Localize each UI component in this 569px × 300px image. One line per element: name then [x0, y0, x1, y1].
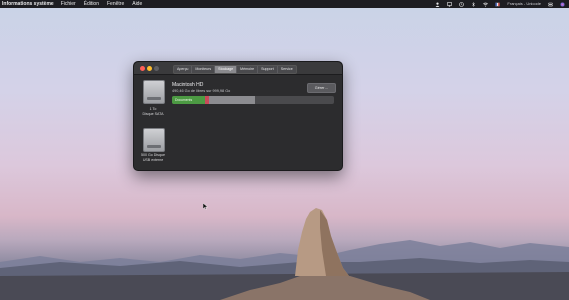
menu-aide[interactable]: Aide [132, 0, 142, 8]
system-usage-segment[interactable] [209, 96, 255, 104]
internal-disk-type: Disque SATA [142, 112, 164, 116]
input-source-label[interactable]: Français - Unicode [507, 0, 541, 8]
minimize-button[interactable] [147, 66, 152, 71]
user-icon[interactable] [435, 2, 440, 7]
zoom-button[interactable] [154, 66, 159, 71]
menu-app-name[interactable]: Informations système [2, 0, 54, 8]
internal-disk-label: 1 To Disque SATA [135, 107, 171, 117]
documents-segment[interactable]: Documents [172, 96, 206, 104]
storage-usage-bar: Documents [172, 96, 334, 104]
menu-fenetre[interactable]: Fenêtre [107, 0, 124, 8]
mouse-cursor-icon [203, 203, 208, 210]
wifi-icon[interactable] [483, 2, 489, 7]
tab-stockage[interactable]: Stockage [215, 66, 238, 73]
tab-memoire[interactable]: Mémoire [237, 66, 259, 73]
volume-free-space: 490,46 Go de libres sur 999,98 Go [172, 89, 231, 93]
menu-fichier[interactable]: Fichier [61, 0, 76, 8]
manage-button[interactable]: Gérer… [307, 83, 336, 93]
internal-disk-icon [143, 80, 165, 104]
status-area: Français - Unicode [435, 0, 565, 8]
tab-service[interactable]: Service [278, 66, 296, 73]
storage-window: Aperçu Moniteurs Stockage Mémoire Suppor… [133, 61, 343, 171]
menu-edition[interactable]: Édition [84, 0, 99, 8]
tab-apercu[interactable]: Aperçu [174, 66, 193, 73]
tab-moniteurs[interactable]: Moniteurs [192, 66, 216, 73]
close-button[interactable] [140, 66, 145, 71]
external-disk-label: 500 Go Disque USB externe [134, 153, 172, 163]
time-machine-icon[interactable] [459, 1, 465, 7]
screen-mirroring-icon[interactable] [447, 1, 453, 7]
input-source-icon[interactable] [495, 2, 501, 7]
external-disk-icon [143, 128, 165, 152]
control-center-icon[interactable] [548, 2, 553, 7]
tab-bar: Aperçu Moniteurs Stockage Mémoire Suppor… [173, 65, 297, 74]
bluetooth-icon[interactable] [471, 1, 476, 7]
window-titlebar[interactable]: Aperçu Moniteurs Stockage Mémoire Suppor… [134, 62, 342, 75]
external-disk-type: USB externe [142, 158, 164, 162]
volume-name: Macintosh HD [172, 82, 204, 88]
siri-icon[interactable] [560, 2, 565, 7]
menu-bar: Informations système Fichier Édition Fen… [0, 0, 569, 8]
tab-support[interactable]: Support [258, 66, 278, 73]
